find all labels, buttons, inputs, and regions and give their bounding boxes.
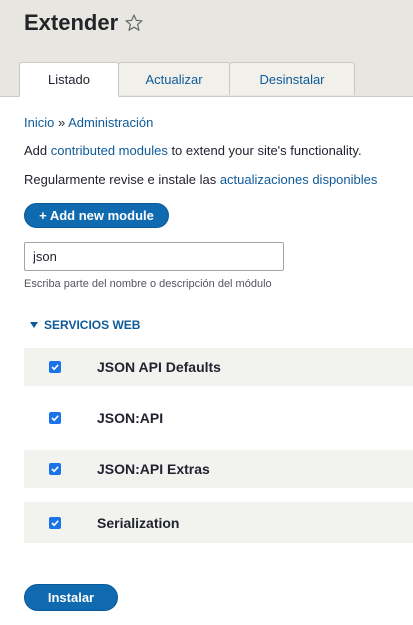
intro-line-2: Regularmente revise e instale las actual…: [24, 172, 377, 187]
tab-listado[interactable]: Listado: [19, 62, 119, 97]
intro-text: Regularmente revise e instale las: [24, 172, 220, 187]
page-title-text: Extender: [24, 10, 119, 35]
section-toggle[interactable]: SERVICIOS WEB: [30, 318, 140, 332]
intro-text: Add: [24, 143, 51, 158]
module-checkbox[interactable]: [49, 361, 61, 373]
install-button[interactable]: Instalar: [24, 584, 118, 611]
module-row: Serialization: [24, 502, 413, 543]
check-icon: [51, 519, 59, 526]
page-title: Extender: [24, 10, 144, 36]
contributed-modules-link[interactable]: contributed modules: [51, 143, 168, 158]
tabs: Listado Actualizar Desinstalar: [19, 62, 355, 97]
module-row: JSON:API: [24, 399, 413, 437]
page-header: Extender Listado Actualizar Desinstalar: [0, 0, 413, 97]
module-name: JSON:API Extras: [97, 461, 210, 477]
module-row: JSON API Defaults: [24, 348, 413, 386]
check-icon: [51, 415, 59, 422]
section-title: SERVICIOS WEB: [44, 318, 141, 332]
breadcrumb-home[interactable]: Inicio: [24, 115, 54, 130]
breadcrumb-admin[interactable]: Administración: [68, 115, 153, 130]
check-icon: [51, 364, 59, 371]
breadcrumb: Inicio » Administración: [24, 115, 153, 130]
module-checkbox[interactable]: [49, 463, 61, 475]
breadcrumb-separator: »: [57, 115, 66, 130]
intro-line-1: Add contributed modules to extend your s…: [24, 143, 362, 158]
add-new-module-button[interactable]: + Add new module: [24, 203, 169, 228]
intro-text: to extend your site's functionality.: [167, 143, 362, 158]
module-name: JSON API Defaults: [97, 359, 221, 375]
module-search-input[interactable]: [24, 242, 284, 271]
check-icon: [51, 466, 59, 473]
triangle-down-icon: [30, 322, 38, 328]
tab-actualizar[interactable]: Actualizar: [118, 62, 230, 95]
search-hint: Escriba parte del nombre o descripción d…: [24, 278, 272, 290]
module-row: JSON:API Extras: [24, 450, 413, 488]
available-updates-link[interactable]: actualizaciones disponibles: [220, 172, 378, 187]
module-checkbox[interactable]: [49, 516, 61, 529]
module-name: Serialization: [97, 514, 180, 531]
star-icon[interactable]: [124, 13, 144, 33]
tab-desinstalar[interactable]: Desinstalar: [229, 62, 355, 95]
module-checkbox[interactable]: [49, 412, 61, 424]
module-name: JSON:API: [97, 410, 164, 426]
